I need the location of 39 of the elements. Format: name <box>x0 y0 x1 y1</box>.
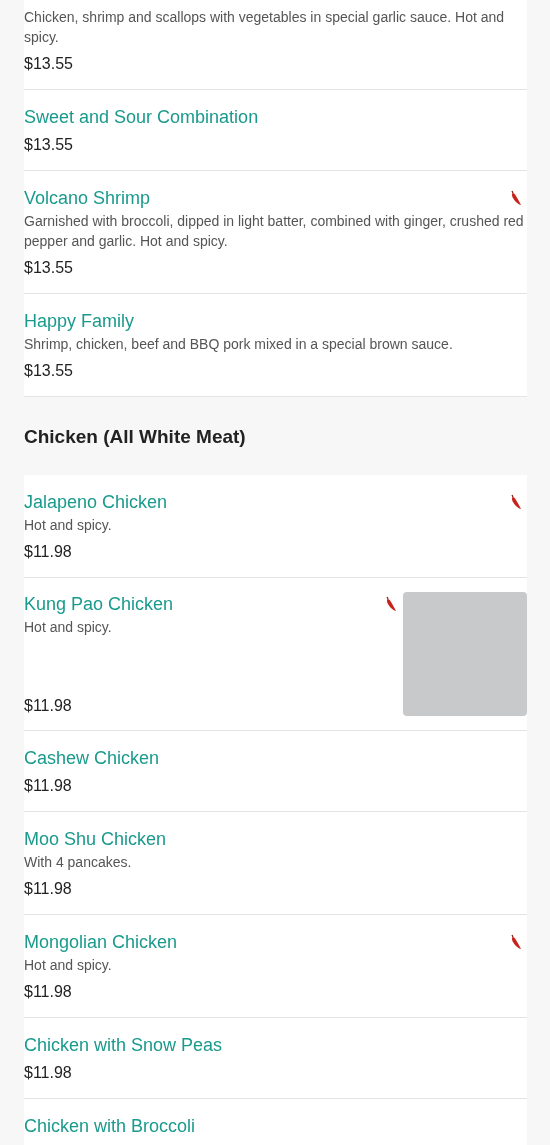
item-description: Chicken, shrimp and scallops with vegetables in special garlic sauce. Hot and spicy. <box>24 8 506 47</box>
menu-item[interactable]: Chicken, shrimp and scallops with vegetables in special garlic sauce. Hot and spicy. $13.55 <box>24 0 527 90</box>
item-name: Mongolian Chicken <box>24 931 178 953</box>
item-name: Moo Shu Chicken <box>24 828 167 850</box>
item-price: $11.98 <box>24 879 73 899</box>
menu-item[interactable]: Cashew Chicken $11.98 <box>24 731 527 812</box>
item-price: $11.98 <box>24 776 73 796</box>
item-description: Hot and spicy. <box>24 956 113 975</box>
item-price: $11.98 <box>24 696 73 716</box>
item-name: Sweet and Sour Combination <box>24 106 259 128</box>
item-name: Kung Pao Chicken <box>24 593 174 615</box>
item-description: Hot and spicy. <box>24 516 113 535</box>
item-price: $13.55 <box>24 258 74 278</box>
item-name: Jalapeno Chicken <box>24 491 168 513</box>
item-price: $11.98 <box>24 982 73 1002</box>
item-name: Volcano Shrimp <box>24 187 151 209</box>
menu-item[interactable]: Sweet and Sour Combination $13.55 <box>24 90 527 171</box>
menu-item[interactable]: Moo Shu Chicken With 4 pancakes. $11.98 <box>24 812 527 915</box>
item-description: Hot and spicy. <box>24 618 113 637</box>
item-price: $13.55 <box>24 54 74 74</box>
section-heading: Chicken (All White Meat) <box>24 425 247 449</box>
menu-item[interactable]: Chicken with Snow Peas $11.98 <box>24 1018 527 1099</box>
item-name: Chicken with Snow Peas <box>24 1034 223 1056</box>
item-price: $13.55 <box>24 361 74 381</box>
menu-item[interactable]: Mongolian Chicken Hot and spicy. $11.98 <box>24 915 527 1018</box>
menu-item[interactable]: Volcano Shrimp Garnished with broccoli, dipped in light batter, combined with ginger, crushed red pepper and garlic. Hot and spicy. $13.55 <box>24 171 527 294</box>
item-name: Happy Family <box>24 310 135 332</box>
item-description: Shrimp, chicken, beef and BBQ pork mixed in a special brown sauce. <box>24 335 454 354</box>
item-description: Garnished with broccoli, dipped in light batter, combined with ginger, crushed red pepper and garlic. Hot and spicy. <box>24 212 525 251</box>
item-price: $13.55 <box>24 135 74 155</box>
item-price: $11.98 <box>24 1063 73 1083</box>
item-price: $11.98 <box>24 542 73 562</box>
menu-item[interactable]: Chicken with Broccoli <box>24 1099 527 1145</box>
item-name: Cashew Chicken <box>24 747 160 769</box>
item-name: Chicken with Broccoli <box>24 1115 196 1137</box>
menu-item[interactable]: Happy Family Shrimp, chicken, beef and BBQ pork mixed in a special brown sauce. $13.55 <box>24 294 527 397</box>
menu-item[interactable]: Jalapeno Chicken Hot and spicy. $11.98 <box>24 475 527 578</box>
item-description: With 4 pancakes. <box>24 853 133 872</box>
menu-item[interactable]: Kung Pao Chicken Hot and spicy. $11.98 <box>24 578 527 731</box>
